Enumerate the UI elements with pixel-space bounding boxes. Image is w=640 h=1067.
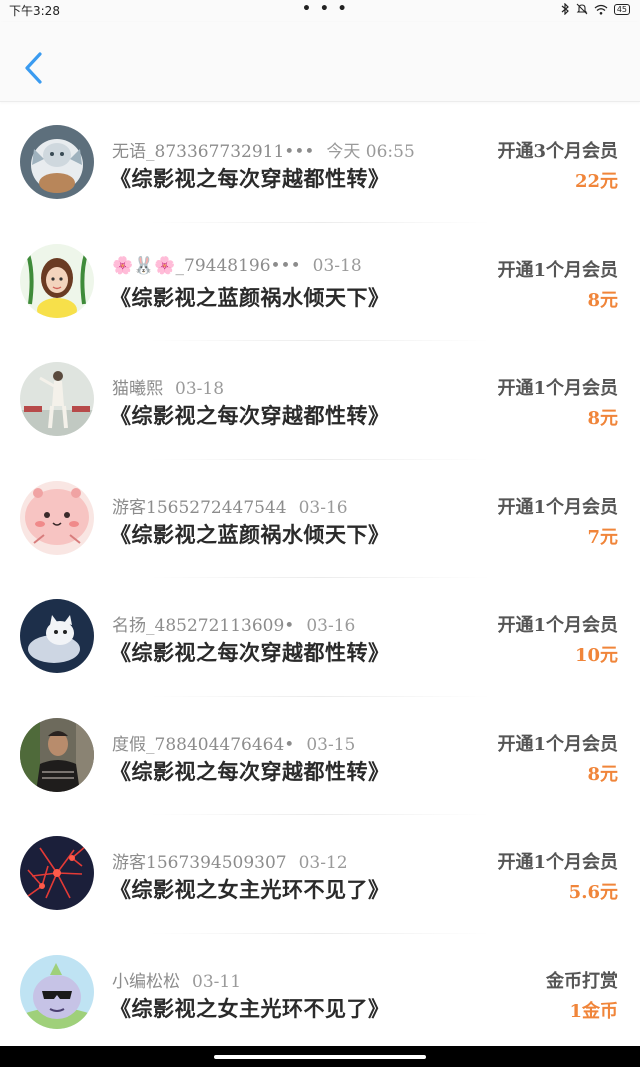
wifi-icon [594, 4, 608, 15]
chevron-left-icon [25, 52, 42, 84]
user-meta: 游客1567394509307 03-12 [112, 848, 492, 872]
book-title: 《综影视之蓝颜祸水倾天下》 [110, 521, 390, 547]
status-bar: 下午3:28 • • • 45 [0, 0, 640, 22]
header [0, 22, 640, 102]
book-title: 《综影视之每次穿越都性转》 [110, 758, 390, 784]
amount: 7元 [587, 526, 618, 548]
user-meta: 游客1565272447544 03-16 [112, 493, 492, 517]
avatar[interactable] [20, 599, 94, 673]
action-label: 开通1个月会员 [497, 852, 618, 873]
username: 游客1565272447544 [112, 497, 287, 517]
list-item[interactable]: 名扬_485272113609• 03-16 《综影视之每次穿越都性转》 开通1个… [0, 578, 640, 697]
username: 无语_873367732911••• [112, 142, 315, 161]
action-label: 金币打赏 [546, 970, 618, 992]
book-title: 《综影视之每次穿越都性转》 [110, 640, 390, 665]
timestamp: 03-18 [175, 379, 225, 398]
action-label: 开通3个月会员 [497, 141, 618, 162]
avatar[interactable] [20, 954, 94, 1029]
amount: 5.6元 [568, 882, 618, 903]
avatar[interactable] [20, 717, 94, 792]
username: 度假_788404476464• [112, 734, 295, 754]
back-button[interactable] [20, 50, 48, 86]
avatar[interactable] [20, 125, 94, 199]
user-meta: 小编松松 03-11 [112, 967, 492, 991]
timestamp: 03-16 [298, 497, 348, 517]
action-label: 开通1个月会员 [497, 259, 618, 281]
mute-bell-icon [576, 3, 588, 15]
user-meta: 度假_788404476464• 03-15 [112, 730, 492, 754]
timestamp: 03-18 [312, 255, 362, 276]
avatar[interactable] [20, 362, 94, 436]
timestamp: 03-15 [306, 734, 356, 754]
timestamp: 03-11 [192, 971, 242, 991]
book-title: 《综影视之女主光环不见了》 [110, 877, 390, 902]
battery-icon: 45 [613, 3, 630, 15]
amount: 8元 [587, 289, 618, 311]
amount: 8元 [587, 408, 618, 429]
navigation-bar [0, 1046, 640, 1067]
bluetooth-icon [561, 3, 569, 15]
list-item[interactable]: 游客1565272447544 03-16 《综影视之蓝颜祸水倾天下》 开通1个月… [0, 460, 640, 578]
amount: 1金币 [569, 1000, 618, 1022]
list-item[interactable]: 游客1567394509307 03-12 《综影视之女主光环不见了》 开通1个月… [0, 815, 640, 934]
amount: 8元 [587, 763, 618, 785]
list-item[interactable]: 无语_873367732911••• 今天 06:55 《综影视之每次穿越都性转》… [0, 104, 640, 223]
avatar[interactable] [20, 480, 94, 555]
book-title: 《综影视之每次穿越都性转》 [110, 166, 390, 191]
username: 猫曦熙 [112, 379, 163, 398]
list-item[interactable]: 猫曦熙 03-18 《综影视之每次穿越都性转》 开通1个月会员 8元 [0, 341, 640, 460]
gift-record-list: 无语_873367732911••• 今天 06:55 《综影视之每次穿越都性转》… [0, 104, 640, 1052]
timestamp: 03-12 [298, 853, 348, 872]
list-item[interactable]: 🌸🐰🌸_79448196••• 03-18 《综影视之蓝颜祸水倾天下》 开通1个月… [0, 223, 640, 341]
user-meta: 猫曦熙 03-18 [112, 374, 492, 398]
home-indicator[interactable] [214, 1055, 426, 1059]
status-time: 下午3:28 [9, 4, 60, 18]
avatar[interactable] [20, 243, 94, 318]
user-meta: 名扬_485272113609• 03-16 [112, 611, 492, 635]
avatar[interactable] [20, 836, 94, 910]
list-item[interactable]: 小编松松 03-11 《综影视之女主光环不见了》 金币打赏 1金币 [0, 934, 640, 1053]
action-label: 开通1个月会员 [497, 733, 618, 755]
action-label: 开通1个月会员 [497, 496, 618, 518]
book-title: 《综影视之每次穿越都性转》 [110, 403, 390, 428]
timestamp: 03-16 [306, 616, 356, 635]
book-title: 《综影视之蓝颜祸水倾天下》 [110, 284, 390, 310]
action-label: 开通1个月会员 [497, 615, 618, 636]
timestamp: 今天 06:55 [326, 142, 415, 161]
username: 名扬_485272113609• [112, 616, 295, 635]
username: 小编松松 [112, 971, 180, 991]
list-item[interactable]: 度假_788404476464• 03-15 《综影视之每次穿越都性转》 开通1个… [0, 697, 640, 815]
user-meta: 🌸🐰🌸_79448196••• 03-18 [112, 256, 492, 280]
username: 🌸🐰🌸_79448196••• [112, 255, 301, 276]
status-more-dots: • • • [302, 1, 349, 17]
book-title: 《综影视之女主光环不见了》 [110, 995, 390, 1021]
amount: 10元 [574, 645, 618, 666]
action-label: 开通1个月会员 [497, 378, 618, 399]
user-meta: 无语_873367732911••• 今天 06:55 [112, 137, 492, 161]
amount: 22元 [574, 171, 618, 192]
status-icons: 45 [561, 3, 630, 15]
username: 游客1567394509307 [112, 853, 287, 872]
